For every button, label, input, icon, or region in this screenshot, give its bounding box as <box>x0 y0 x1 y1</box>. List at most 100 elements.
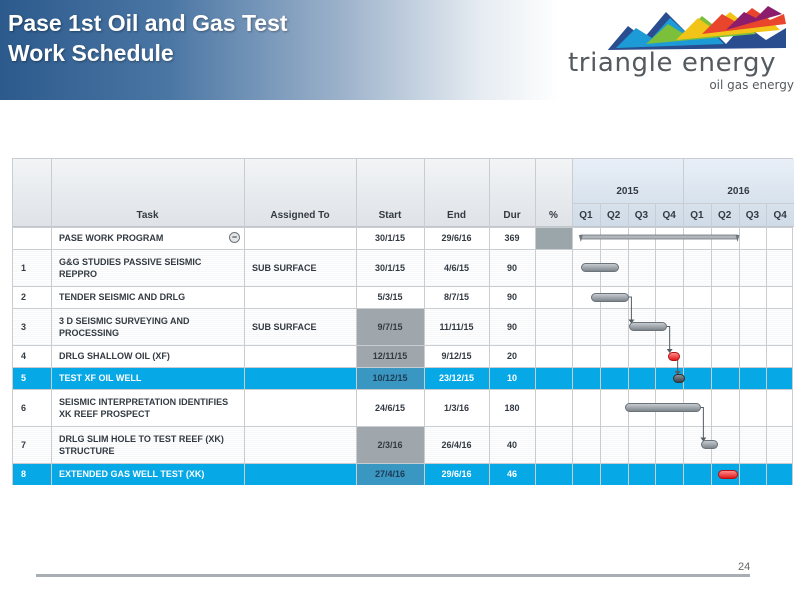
task-bar[interactable] <box>629 322 668 331</box>
grid-line <box>489 159 490 485</box>
row-number-cell: 2 <box>21 292 27 302</box>
year-header-2015: 2015 <box>616 186 639 197</box>
duration-cell: 180 <box>504 402 520 413</box>
table-row[interactable]: 8 EXTENDED GAS WELL TEST (XK) 27/4/16 29/6/… <box>13 463 792 485</box>
logo-wordmark: triangle energy <box>568 48 777 78</box>
quarter-header: Q2 <box>717 210 732 221</box>
task-bar[interactable] <box>591 292 630 302</box>
quarter-header: Q2 <box>606 210 621 221</box>
grid-line <box>51 159 52 485</box>
column-header-pct: % <box>549 210 558 221</box>
assigned-to-cell <box>244 286 356 308</box>
grid-line <box>627 203 629 485</box>
quarter-header: Q3 <box>745 210 760 221</box>
grid-line <box>356 159 357 485</box>
quarter-header: Q1 <box>579 210 593 221</box>
grid-line <box>766 203 768 485</box>
end-date-cell: 29/6/16 <box>441 469 472 479</box>
column-header-end: End <box>447 210 466 221</box>
end-date-cell: 29/6/16 <box>441 233 472 243</box>
task-name-cell: 3 D SEISMIC SURVEYING AND PROCESSING <box>59 315 190 338</box>
gantt-table: Task Assigned To Start End Dur % 2015 20… <box>12 158 794 485</box>
grid-line <box>13 227 792 228</box>
grid-line <box>683 159 684 485</box>
percent-complete-cell <box>535 308 572 345</box>
assigned-to-cell <box>244 227 356 249</box>
grid-line <box>13 308 792 309</box>
row-number-cell: 5 <box>21 373 27 383</box>
start-date-cell: 9/7/15 <box>356 308 424 345</box>
column-header-assigned: Assigned To <box>270 210 330 221</box>
percent-complete-cell <box>535 286 572 308</box>
mountains-logo-icon <box>606 6 786 52</box>
task-name-cell: PASE WORK PROGRAM <box>59 233 164 243</box>
start-date-cell: 12/11/15 <box>356 345 424 367</box>
table-row[interactable]: PASE WORK PROGRAM 30/1/15 29/6/16 369 − <box>13 227 792 249</box>
task-bar[interactable] <box>624 403 702 412</box>
grid-line <box>572 159 573 485</box>
slide-title: Pase 1st Oil and Gas Test Work Schedule <box>8 8 288 68</box>
row-number-cell: 1 <box>21 262 27 273</box>
grid-line <box>535 159 536 485</box>
task-name-cell: TENDER SEISMIC AND DRLG <box>59 292 186 302</box>
task-name-cell: DRLG SLIM HOLE TO TEST REEF (XK) STRUCTU… <box>59 433 224 456</box>
task-name-cell: TEST XF OIL WELL <box>59 373 142 383</box>
task-name-cell: EXTENDED GAS WELL TEST (XK) <box>59 469 205 479</box>
start-date-cell: 30/1/15 <box>374 262 406 273</box>
grid-line <box>244 159 245 485</box>
grid-line <box>13 286 792 287</box>
percent-complete-cell <box>535 463 572 485</box>
table-row[interactable]: 3 3 D SEISMIC SURVEYING AND PROCESSING SUB… <box>13 308 792 345</box>
duration-cell: 90 <box>506 321 517 332</box>
end-date-cell: 23/12/15 <box>438 373 475 383</box>
table-row[interactable]: 2 TENDER SEISMIC AND DRLG 5/3/15 8/7/15 90 <box>13 286 792 308</box>
logo-tagline: oil gas energy <box>709 78 794 92</box>
grid-line <box>13 367 792 368</box>
table-row[interactable]: 1 G&G STUDIES PASSIVE SEISMIC REPPRO SUB S… <box>13 249 792 286</box>
end-date-cell: 26/4/16 <box>441 439 472 450</box>
grid-line <box>13 426 792 427</box>
end-date-cell: 1/3/16 <box>443 402 470 413</box>
percent-complete-cell <box>535 345 572 367</box>
assigned-to-cell <box>244 367 356 389</box>
row-number-cell: 8 <box>21 469 27 479</box>
task-bar[interactable] <box>701 440 719 449</box>
percent-complete-cell <box>535 367 572 389</box>
row-number-cell: 3 <box>21 321 27 332</box>
duration-cell: 46 <box>506 469 517 479</box>
quarter-header: Q4 <box>662 210 676 221</box>
year-header-2016: 2016 <box>727 186 750 197</box>
duration-cell: 20 <box>506 351 517 361</box>
grid-line <box>13 249 792 250</box>
start-date-cell: 5/3/15 <box>377 292 403 302</box>
duration-cell: 90 <box>506 262 517 273</box>
end-date-cell: 4/6/15 <box>443 262 470 273</box>
task-name-cell: DRLG SHALLOW OIL (XF) <box>59 351 170 361</box>
task-bar[interactable] <box>718 469 738 479</box>
start-date-cell: 10/12/15 <box>356 367 424 389</box>
duration-cell: 40 <box>506 439 517 450</box>
page-number: 24 <box>738 561 751 573</box>
collapse-toggle-icon[interactable]: − <box>229 232 240 243</box>
quarter-header: Q3 <box>634 210 649 221</box>
footer-divider <box>36 574 750 577</box>
task-bar[interactable] <box>673 373 686 383</box>
start-date-cell: 2/3/16 <box>356 426 424 463</box>
assigned-to-cell <box>244 463 356 485</box>
task-bar[interactable] <box>580 263 619 272</box>
start-date-cell: 24/6/15 <box>374 402 406 413</box>
table-row[interactable]: 7 DRLG SLIM HOLE TO TEST REEF (XK) STRUCT… <box>13 426 792 463</box>
row-number-cell <box>13 227 51 249</box>
assigned-to-cell <box>244 389 356 426</box>
end-date-cell: 9/12/15 <box>441 351 472 361</box>
assigned-to-cell: SUB SURFACE <box>252 262 317 273</box>
column-header-start: Start <box>378 210 402 221</box>
column-header-task: Task <box>136 210 159 221</box>
start-date-cell: 30/1/15 <box>374 233 406 243</box>
grid-line <box>13 463 792 464</box>
end-date-cell: 11/11/15 <box>439 321 474 332</box>
task-name-cell: SEISMIC INTERPRETATION IDENTIFIES XK REE… <box>59 396 229 419</box>
task-bar[interactable] <box>667 351 680 361</box>
column-header-dur: Dur <box>503 210 521 221</box>
duration-cell: 10 <box>506 373 517 383</box>
